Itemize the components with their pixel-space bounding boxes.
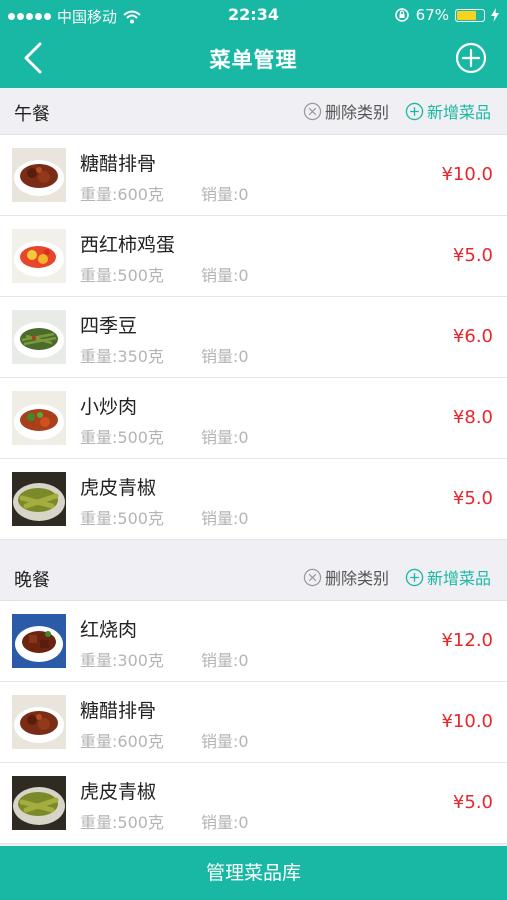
dish-weight: 重量:600克 [80,185,164,204]
dish-photo [12,472,66,526]
dish-photo [12,614,66,668]
dish-weight: 重量:500克 [80,266,164,285]
dish-name: 小炒肉 [80,396,138,418]
delete-category-button[interactable]: 删除类别 [303,99,389,123]
dish-price: ¥10.0 [441,711,493,732]
dish-sales: 销量:0 [201,813,249,832]
dish-sales: 销量:0 [201,509,249,528]
dish-row[interactable]: 虎皮青椒 重量:500克 销量:0 ¥5.0 [0,459,507,540]
category-header: 晚餐 删除类别 新增菜品 [0,554,507,601]
dish-weight: 重量:500克 [80,813,164,832]
close-circle-icon [303,568,322,586]
menu-list[interactable]: 午餐 删除类别 新增菜品 糖醋排骨 重量:600克 销量:0 ¥10.0 西红柿… [0,88,507,846]
delete-category-label: 删除类别 [324,103,389,122]
dish-price: ¥6.0 [452,326,493,347]
dish-name: 四季豆 [80,315,138,337]
dish-photo [12,695,66,749]
dish-weight: 重量:500克 [80,509,164,528]
dish-row[interactable]: 虎皮青椒 重量:500克 销量:0 ¥5.0 [0,763,507,844]
dish-row[interactable]: 小炒肉 重量:500克 销量:0 ¥8.0 [0,378,507,459]
add-dish-label: 新增菜品 [426,103,491,122]
section-divider [0,540,507,554]
dish-price: ¥10.0 [441,164,493,185]
delete-category-label: 删除类别 [324,569,389,588]
category-name: 午餐 [14,104,50,125]
orientation-lock-icon [394,8,409,22]
plus-circle-icon [455,42,487,74]
add-dish-label: 新增菜品 [426,569,491,588]
dish-name: 虎皮青椒 [80,477,157,499]
dish-price: ¥5.0 [452,488,493,509]
dish-row[interactable]: 红烧肉 重量:300克 销量:0 ¥12.0 [0,601,507,682]
plus-circle-icon [405,102,424,120]
dish-weight: 重量:300克 [80,651,164,670]
dish-sales: 销量:0 [201,428,249,447]
dish-photo [12,148,66,202]
add-dish-button[interactable]: 新增菜品 [405,565,491,589]
page-title: 菜单管理 [209,48,298,72]
plus-circle-icon [405,568,424,586]
category-name: 晚餐 [14,570,50,591]
dish-price: ¥8.0 [452,407,493,428]
dish-price: ¥5.0 [452,245,493,266]
dish-sales: 销量:0 [201,347,249,366]
dish-name: 西红柿鸡蛋 [80,234,176,256]
battery-icon [455,8,485,22]
status-bar: 中国移动 22:34 67% [0,0,507,30]
dish-row[interactable]: 四季豆 重量:350克 销量:0 ¥6.0 [0,297,507,378]
add-dish-button[interactable]: 新增菜品 [405,99,491,123]
dish-row[interactable]: 糖醋排骨 重量:600克 销量:0 ¥10.0 [0,135,507,216]
nav-bar: 菜单管理 [0,30,507,88]
dish-sales: 销量:0 [201,732,249,751]
dish-photo [12,310,66,364]
dish-price: ¥5.0 [452,792,493,813]
dish-name: 红烧肉 [80,619,138,641]
dish-name: 糖醋排骨 [80,700,157,722]
dish-weight: 重量:350克 [80,347,164,366]
dish-name: 糖醋排骨 [80,153,157,175]
charging-icon [491,8,499,22]
dish-sales: 销量:0 [201,651,249,670]
dish-name: 虎皮青椒 [80,781,157,803]
battery-percent: 67% [415,6,449,24]
dish-photo [12,776,66,830]
add-category-button[interactable] [455,42,487,74]
dish-row[interactable]: 糖醋排骨 重量:600克 销量:0 ¥10.0 [0,682,507,763]
dish-photo [12,391,66,445]
dish-weight: 重量:600克 [80,732,164,751]
dish-photo [12,229,66,283]
dish-weight: 重量:500克 [80,428,164,447]
dish-sales: 销量:0 [201,185,249,204]
category-header: 午餐 删除类别 新增菜品 [0,88,507,135]
dish-row[interactable]: 西红柿鸡蛋 重量:500克 销量:0 ¥5.0 [0,216,507,297]
delete-category-button[interactable]: 删除类别 [303,565,389,589]
close-circle-icon [303,102,322,120]
dish-price: ¥12.0 [441,630,493,651]
manage-dish-library-button[interactable]: 管理菜品库 [0,846,507,900]
app-header: 中国移动 22:34 67% 菜单管理 [0,0,507,88]
dish-sales: 销量:0 [201,266,249,285]
